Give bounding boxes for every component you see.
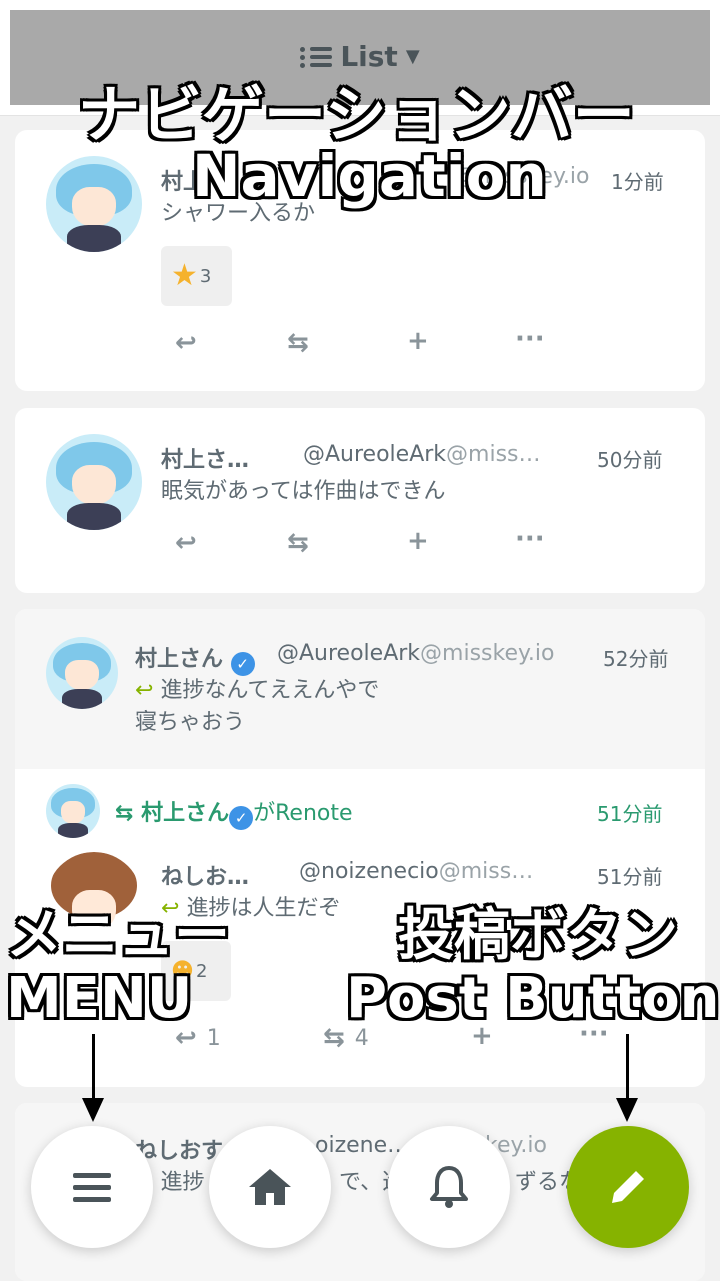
note-time[interactable]: 51分前 (597, 861, 662, 890)
menu-arrow-head (82, 1098, 104, 1122)
menu-icon (73, 1172, 111, 1202)
star-icon: ★ (171, 258, 198, 293)
home-icon (249, 1169, 291, 1205)
avatar[interactable] (46, 156, 142, 252)
user-name[interactable]: 村上さん ✓ (135, 641, 255, 676)
note-time[interactable]: 50分前 (597, 444, 662, 473)
user-handle: @noizenecio@miss… (299, 859, 534, 884)
reply-icon: ↩ (135, 678, 154, 703)
nav-label-en: Navigation (192, 142, 547, 210)
user-name[interactable]: ねしお… (161, 859, 249, 891)
react-button[interactable]: + (407, 326, 429, 356)
user-handle: @AureoleArk@miss… (303, 442, 541, 467)
note-time[interactable]: 52分前 (603, 643, 668, 672)
reply-button[interactable]: ↩ (175, 328, 197, 358)
post-arrow-head (616, 1098, 638, 1122)
user-handle: @AureoleArk@misskey.io (277, 641, 555, 666)
renote-button[interactable]: ⇆ (287, 528, 309, 558)
note-text: 眠気があっては作曲はできん (161, 479, 446, 504)
renote-time[interactable]: 51分前 (597, 798, 662, 827)
user-name[interactable]: ねしおす (135, 1133, 223, 1165)
post-arrow (626, 1034, 629, 1104)
menu-button[interactable] (31, 1126, 153, 1248)
renote-icon: ⇆ (115, 801, 134, 826)
nav-label-jp: ナビゲーションバー (78, 78, 635, 151)
menu-arrow (92, 1034, 95, 1104)
avatar[interactable] (46, 637, 118, 709)
reply-button[interactable]: ↩ (175, 528, 197, 558)
avatar-small[interactable] (46, 784, 100, 838)
reply-text: ↩ 進捗なんてええんやで 寝ちゃおう (135, 678, 380, 735)
post-button[interactable] (567, 1126, 689, 1248)
note-time[interactable]: 1分前 (611, 166, 664, 195)
avatar[interactable] (46, 434, 142, 530)
note-card[interactable]: 村上さ… @AureoleArk@miss… 50分前 眠気があっては作曲はでき… (15, 408, 705, 593)
pencil-icon (612, 1171, 644, 1203)
reaction-count: 3 (199, 265, 212, 287)
verified-icon: ✓ (230, 652, 255, 676)
home-button[interactable] (209, 1126, 331, 1248)
menu-label-jp: メニュー (6, 903, 230, 968)
post-label-en: Post Button (346, 966, 720, 1031)
more-button[interactable]: ··· (515, 524, 545, 554)
user-name[interactable]: 村上さ… (161, 442, 249, 474)
notifications-button[interactable] (388, 1126, 510, 1248)
menu-label-en: MENU (6, 966, 193, 1031)
more-button[interactable]: ··· (515, 324, 545, 354)
verified-icon: ✓ (229, 806, 254, 830)
renote-button[interactable]: ⇆ (287, 328, 309, 358)
renote-info: ⇆ 村上さん ✓ がRenote (115, 795, 353, 830)
reaction-star[interactable]: ★ 3 (161, 246, 232, 306)
bell-icon (430, 1166, 468, 1208)
post-label-jp: 投稿ボタン (398, 903, 678, 968)
react-button[interactable]: + (407, 526, 429, 556)
